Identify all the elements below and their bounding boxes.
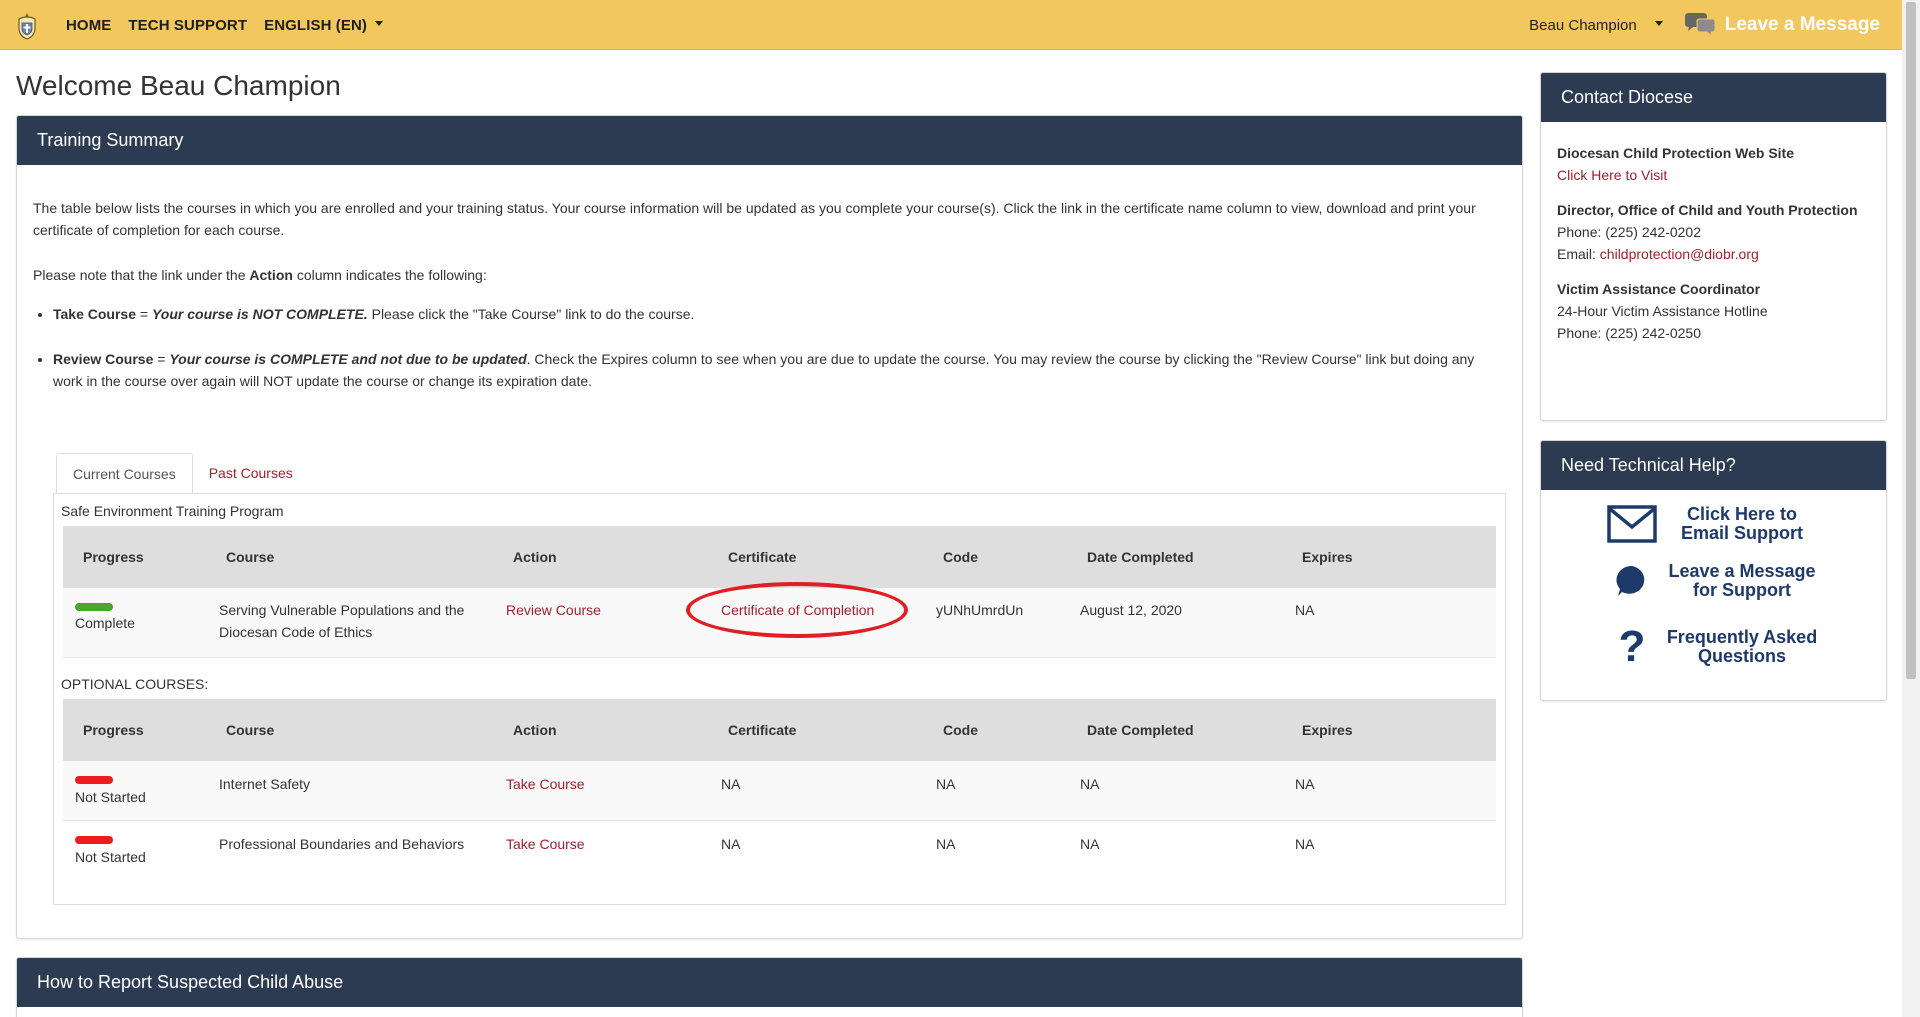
course-code: NA — [936, 836, 956, 852]
progress-bar-not-started — [75, 776, 113, 784]
column-progress: Progress — [83, 722, 144, 738]
column-expires: Expires — [1302, 722, 1353, 738]
current-courses-pane: Safe Environment Training Program Progre… — [53, 493, 1506, 905]
column-course: Course — [226, 722, 275, 738]
column-code: Code — [943, 722, 978, 738]
column-date-completed: Date Completed — [1087, 722, 1194, 738]
diocese-logo-icon[interactable] — [16, 12, 38, 40]
language-label: ENGLISH (EN) — [264, 16, 367, 34]
user-menu[interactable]: Beau Champion — [1529, 17, 1637, 34]
review-course-link[interactable]: Review Course — [506, 599, 601, 621]
question-mark-icon: ? — [1618, 622, 1646, 671]
column-code: Code — [943, 549, 978, 565]
victim-assistance-block: Victim Assistance Coordinator 24-Hour Vi… — [1557, 278, 1870, 344]
take-course-explanation: Take Course = Your course is NOT COMPLET… — [53, 303, 1506, 325]
column-certificate: Certificate — [728, 549, 797, 565]
course-name: Internet Safety — [219, 776, 311, 792]
certificate-value: NA — [721, 776, 741, 792]
chat-bubbles-icon[interactable] — [1683, 12, 1717, 38]
victim-hotline: 24-Hour Victim Assistance Hotline — [1557, 303, 1768, 319]
take-course-link[interactable]: Take Course — [506, 833, 585, 855]
page-scrollbar[interactable] — [1902, 0, 1920, 1017]
scrollbar-thumb[interactable] — [1906, 2, 1916, 679]
leave-message-support-link[interactable]: Leave a Message for Support — [1607, 562, 1827, 600]
chevron-down-icon[interactable] — [1654, 20, 1663, 26]
email-support-text: Click Here to Email Support — [1680, 504, 1803, 543]
expires-value: NA — [1295, 602, 1315, 618]
report-abuse-panel: How to Report Suspected Child Abuse — [16, 957, 1523, 1017]
main-courses-table: Progress Course Action Certificate Code … — [63, 526, 1496, 658]
faq-text: Frequently Asked Questions — [1666, 627, 1818, 666]
take-course-link[interactable]: Take Course — [506, 773, 585, 795]
training-summary-header: Training Summary — [17, 116, 1522, 165]
victim-phone: Phone: (225) 242-0250 — [1557, 325, 1701, 341]
date-completed: August 12, 2020 — [1080, 602, 1182, 618]
progress-status: Not Started — [75, 849, 146, 865]
certificate-value: NA — [721, 836, 741, 852]
faq-link[interactable]: ? Frequently Asked Questions — [1607, 625, 1827, 669]
table-header: Progress Course Action Certificate Code … — [63, 699, 1496, 761]
director-title: Director, Office of Child and Youth Prot… — [1557, 202, 1858, 218]
leave-message-link[interactable]: Leave a Message — [1725, 14, 1880, 36]
report-abuse-header: How to Report Suspected Child Abuse — [17, 958, 1522, 1007]
nav-tech-support-link[interactable]: TECH SUPPORT — [128, 17, 247, 34]
column-course: Course — [226, 549, 275, 565]
table-row: Not Started Professional Boundaries and … — [63, 821, 1496, 881]
director-block: Director, Office of Child and Youth Prot… — [1557, 199, 1870, 265]
training-summary-panel: Training Summary The table below lists t… — [16, 115, 1523, 939]
speech-bubble-icon — [1616, 565, 1645, 596]
action-note: Please note that the link under the Acti… — [33, 267, 487, 283]
child-protection-site-block: Diocesan Child Protection Web Site Click… — [1557, 142, 1870, 186]
nav-language-dropdown[interactable]: ENGLISH (EN) — [264, 17, 383, 34]
column-action: Action — [513, 722, 557, 738]
program-title: Safe Environment Training Program — [61, 503, 284, 519]
contact-diocese-header: Contact Diocese — [1541, 73, 1886, 122]
chevron-down-icon — [375, 21, 383, 27]
leave-message-support-text: Leave a Message for Support — [1668, 561, 1816, 600]
intro-text: The table below lists the courses in whi… — [33, 200, 1476, 238]
optional-courses-label: OPTIONAL COURSES: — [61, 676, 209, 692]
table-row: Complete Serving Vulnerable Populations … — [63, 582, 1496, 658]
tab-past-courses[interactable]: Past Courses — [193, 453, 309, 493]
progress-bar-not-started — [75, 836, 113, 844]
nav-home-link[interactable]: HOME — [66, 17, 111, 34]
expires-value: NA — [1295, 776, 1315, 792]
technical-help-header: Need Technical Help? — [1541, 441, 1886, 490]
column-progress: Progress — [83, 549, 144, 565]
progress-status: Not Started — [75, 789, 146, 805]
column-expires: Expires — [1302, 549, 1353, 565]
technical-help-panel: Need Technical Help? Click Here to Email … — [1540, 440, 1887, 701]
training-instructions: The table below lists the courses in whi… — [17, 165, 1522, 392]
envelope-icon — [1607, 505, 1657, 543]
course-code: yUNhUmrdUn — [936, 602, 1024, 618]
email-link[interactable]: childprotection@diobr.org — [1600, 246, 1759, 262]
date-completed: NA — [1080, 776, 1100, 792]
column-action: Action — [513, 549, 557, 565]
date-completed: NA — [1080, 836, 1100, 852]
table-header: Progress Course Action Certificate Code … — [63, 526, 1496, 588]
site-title: Diocesan Child Protection Web Site — [1557, 145, 1795, 161]
course-code: NA — [936, 776, 956, 792]
email-support-link[interactable]: Click Here to Email Support — [1607, 505, 1827, 543]
course-name: Professional Boundaries and Behaviors — [219, 836, 465, 852]
column-certificate: Certificate — [728, 722, 797, 738]
course-tabs: Current Courses Past Courses — [56, 453, 309, 493]
review-course-explanation: Review Course = Your course is COMPLETE … — [53, 348, 1506, 392]
certificate-of-completion-link[interactable]: Certificate of Completion — [721, 599, 874, 621]
table-row: Not Started Internet Safety Take Course … — [63, 761, 1496, 821]
click-here-to-visit-link[interactable]: Click Here to Visit — [1557, 164, 1870, 186]
victim-title: Victim Assistance Coordinator — [1557, 281, 1761, 297]
progress-status: Complete — [75, 615, 135, 631]
top-navbar: HOME TECH SUPPORT ENGLISH (EN) Beau Cham… — [0, 0, 1902, 50]
course-name: Serving Vulnerable Populations and the Di… — [219, 602, 465, 640]
contact-diocese-panel: Contact Diocese Diocesan Child Protectio… — [1540, 72, 1887, 421]
optional-courses-table: Progress Course Action Certificate Code … — [63, 699, 1496, 881]
column-date-completed: Date Completed — [1087, 549, 1194, 565]
expires-value: NA — [1295, 836, 1315, 852]
tab-current-courses[interactable]: Current Courses — [56, 453, 193, 493]
page-title: Welcome Beau Champion — [16, 70, 341, 101]
progress-bar-complete — [75, 603, 113, 611]
director-email: Email: childprotection@diobr.org — [1557, 246, 1759, 262]
director-phone: Phone: (225) 242-0202 — [1557, 224, 1701, 240]
